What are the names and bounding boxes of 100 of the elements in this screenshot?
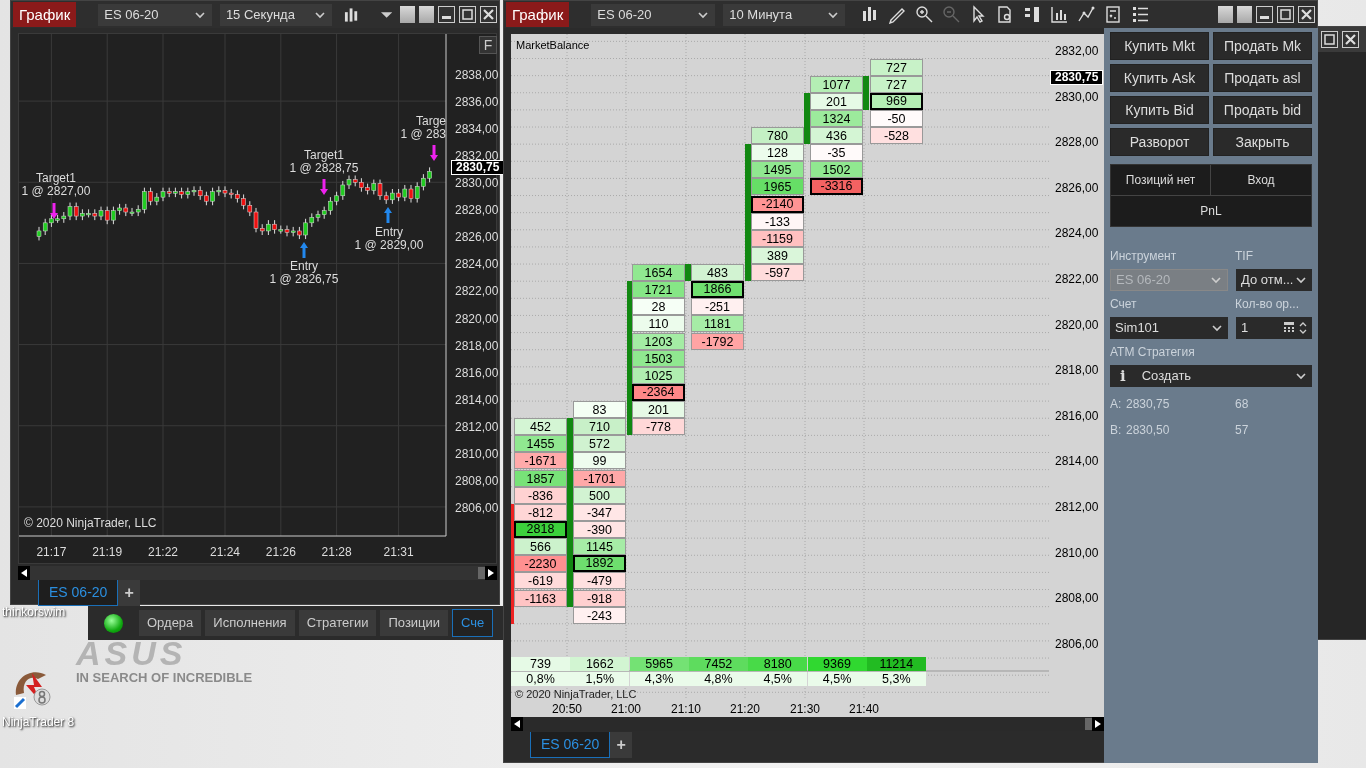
horizontal-scrollbar[interactable]: [511, 717, 1104, 731]
tab[interactable]: Ордера: [139, 610, 202, 636]
caret-down-icon[interactable]: [380, 10, 392, 19]
order-button[interactable]: Купить Bid: [1110, 96, 1209, 124]
price-label: 2822,00: [1055, 272, 1099, 286]
cluster-cell: 436: [810, 127, 863, 144]
atm-strategy-select[interactable]: i Создать: [1110, 365, 1312, 387]
time-label: 21:20: [730, 702, 761, 716]
percent-cell: 4,5%: [807, 672, 867, 686]
cluster-cell: 727: [870, 58, 923, 76]
interval-dropdown[interactable]: 10 Минута: [723, 3, 846, 26]
order-button[interactable]: Разворот: [1110, 128, 1209, 156]
tab[interactable]: Стратегии: [298, 610, 377, 636]
price-label: 2816,00: [1055, 408, 1099, 423]
desktop-icon-label[interactable]: NinjaTrader 8: [2, 713, 75, 731]
order-button[interactable]: Продать asl: [1213, 64, 1312, 92]
target-label: 1 @ 2827,00: [21, 185, 91, 198]
time-label: 21:22: [148, 545, 178, 559]
tif-select[interactable]: До отм...: [1236, 269, 1312, 291]
price-label: 2824,00: [1055, 226, 1099, 241]
percent-cell: 1,5%: [570, 672, 630, 686]
instrument-dropdown[interactable]: ES 06-20: [591, 3, 716, 26]
cluster-cell: -2230: [514, 555, 567, 573]
cluster-cell: 1203: [632, 332, 685, 350]
list-icon[interactable]: [1131, 5, 1151, 24]
f-button[interactable]: F: [479, 36, 497, 54]
cluster-cell: -1701: [573, 469, 626, 487]
percent-cell: 4,5%: [748, 672, 808, 686]
cluster-cell: -778: [632, 418, 685, 436]
tab[interactable]: Сче: [452, 609, 494, 637]
entry-label: Entry: [290, 260, 318, 273]
price-label: 2830,00: [455, 176, 499, 191]
info-icon[interactable]: i: [1115, 364, 1126, 388]
calculator-icon[interactable]: [1283, 321, 1295, 333]
quote-side: A:: [1110, 396, 1123, 413]
instrument-dropdown[interactable]: ES 06-20: [98, 3, 212, 26]
time-label: 21:40: [849, 702, 880, 716]
down-arrow-icon: [50, 203, 58, 219]
tab[interactable]: ES 06-20: [530, 732, 611, 758]
account-select[interactable]: Sim101: [1110, 317, 1228, 339]
cluster-cell: 201: [632, 401, 685, 419]
down-arrow-icon: [430, 145, 438, 161]
price-label: 2836,00: [455, 95, 499, 110]
order-button[interactable]: Продать bid: [1213, 96, 1312, 124]
price-label: 2828,00: [1055, 135, 1099, 150]
cluster-cell: -251: [691, 298, 744, 316]
cluster-cell: 452: [514, 418, 567, 436]
line-chart-icon[interactable]: [1077, 5, 1097, 24]
target-label: Target1: [36, 172, 76, 185]
cluster-cell: -1163: [514, 589, 567, 607]
price-label: 2810,00: [455, 446, 499, 461]
percent-cell: 5,3%: [866, 672, 926, 686]
interval-dropdown[interactable]: 15 Секунда: [219, 3, 332, 26]
chart-menu-button[interactable]: График: [506, 2, 570, 27]
tab[interactable]: ES 06-20: [38, 580, 119, 606]
tab[interactable]: Позиции: [380, 610, 449, 636]
cluster-cell: -619: [514, 572, 567, 590]
quantity-field[interactable]: 1: [1236, 317, 1312, 339]
total-volume-cell: 7452: [688, 657, 748, 671]
window-tile-icon[interactable]: [1237, 6, 1252, 23]
time-label: 20:50: [552, 702, 583, 716]
horizontal-scrollbar[interactable]: [18, 566, 497, 580]
chevron-down-icon: [697, 9, 710, 20]
candlestick-icon[interactable]: [343, 5, 359, 24]
tab[interactable]: Исполнения: [205, 610, 295, 636]
cluster-cell: 1455: [514, 435, 567, 453]
cluster-cell: 83: [573, 401, 626, 419]
zoom-out-icon[interactable]: [942, 5, 962, 24]
cluster-cell: -3316: [810, 178, 863, 196]
scroll-thumb[interactable]: [1085, 718, 1092, 730]
window-tile-icon[interactable]: [419, 6, 434, 23]
desktop-icon-label[interactable]: thinkorswim: [2, 603, 66, 621]
add-tab-button[interactable]: +: [118, 580, 140, 606]
order-button[interactable]: Продать Mk: [1213, 32, 1312, 60]
cluster-cell: -479: [573, 572, 626, 590]
cluster-cell: -2140: [751, 195, 804, 213]
scroll-thumb[interactable]: [478, 567, 485, 579]
price-label: 2812,00: [455, 419, 499, 434]
order-button[interactable]: Закрыть: [1213, 128, 1312, 156]
order-button[interactable]: Купить Ask: [1110, 64, 1209, 92]
chevron-down-icon: [1295, 275, 1307, 285]
order-button[interactable]: Купить Mkt: [1110, 32, 1209, 60]
up-arrow-icon: [384, 207, 392, 223]
up-arrow-icon: [300, 242, 308, 258]
cluster-cell: 780: [751, 127, 804, 144]
field-label: Счет: [1110, 296, 1138, 313]
cluster-cell: 110: [632, 315, 685, 333]
window-tile-icon[interactable]: [400, 6, 415, 23]
add-tab-button[interactable]: +: [610, 732, 632, 758]
zoom-in-icon[interactable]: [915, 5, 935, 24]
position-status: Позиций нет: [1111, 165, 1211, 196]
spinner-icon[interactable]: [1299, 321, 1307, 335]
chart-menu-button[interactable]: График: [13, 2, 77, 27]
cluster-cell: 1866: [691, 281, 744, 299]
price-label: 2814,00: [1055, 454, 1099, 469]
window-tile-icon[interactable]: [1218, 6, 1233, 23]
bar-chart-icon[interactable]: [1050, 5, 1070, 24]
percent-cell: 0,8%: [511, 672, 570, 686]
chevron-down-icon: [313, 9, 326, 20]
cluster-cell: -390: [573, 521, 626, 538]
